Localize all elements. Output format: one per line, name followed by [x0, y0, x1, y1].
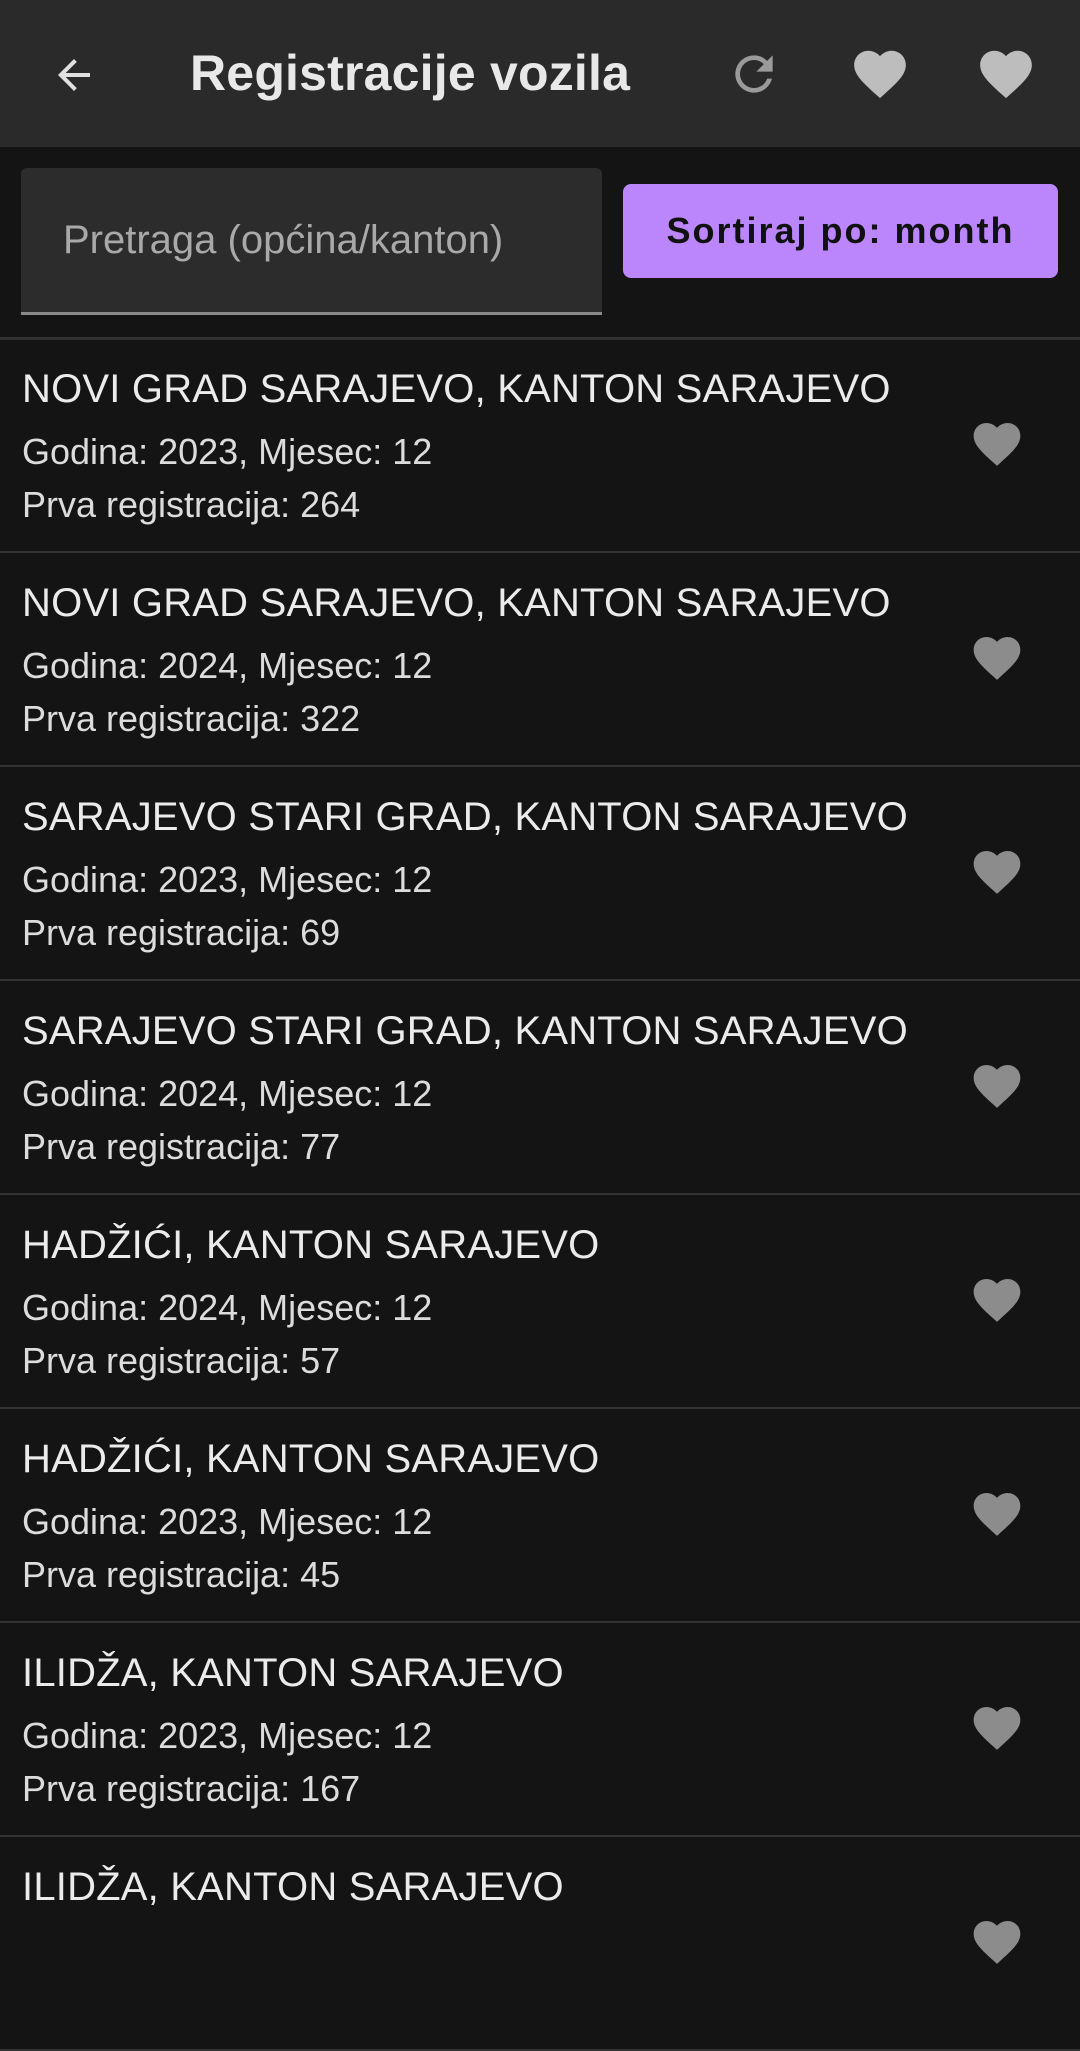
refresh-button[interactable] [722, 42, 786, 106]
search-row: Sortiraj po: month [0, 147, 1080, 339]
item-location: HADŽIĆI, KANTON SARAJEVO [22, 1223, 600, 1267]
item-first-registration: Prva registracija: 322 [22, 698, 361, 739]
list-item[interactable]: NOVI GRAD SARAJEVO, KANTON SARAJEVO Godin… [0, 553, 1080, 767]
item-period: Godina: 2023, Mjesec: 12 [22, 1501, 433, 1542]
heart-icon [973, 1921, 1021, 1964]
favorites-filter-button[interactable] [974, 42, 1038, 106]
item-location: HADŽIĆI, KANTON SARAJEVO [22, 1437, 600, 1481]
heart-icon [980, 50, 1032, 99]
favorite-button[interactable] [966, 413, 1028, 475]
list-item[interactable]: SARAJEVO STARI GRAD, KANTON SARAJEVO Godi… [0, 981, 1080, 1195]
refresh-icon [735, 55, 773, 93]
item-period: Godina: 2024, Mjesec: 12 [22, 645, 433, 686]
item-first-registration: Prva registracija: 264 [22, 484, 361, 525]
list-item[interactable]: ILIDŽA, KANTON SARAJEVO [0, 1837, 1080, 2051]
heart-icon [973, 637, 1021, 680]
heart-icon [973, 1065, 1021, 1108]
arrow-back-icon [58, 59, 90, 91]
list-item[interactable]: HADŽIĆI, KANTON SARAJEVO Godina: 2024, Mj… [0, 1195, 1080, 1409]
item-location: NOVI GRAD SARAJEVO, KANTON SARAJEVO [22, 367, 891, 411]
search-field [21, 168, 602, 315]
favorite-button[interactable] [966, 1697, 1028, 1759]
list-item[interactable]: NOVI GRAD SARAJEVO, KANTON SARAJEVO Godin… [0, 339, 1080, 553]
heart-icon [973, 851, 1021, 894]
heart-icon [973, 1279, 1021, 1322]
item-location: ILIDŽA, KANTON SARAJEVO [22, 1865, 564, 1909]
item-period: Godina: 2023, Mjesec: 12 [22, 431, 433, 472]
heart-icon [973, 1707, 1021, 1750]
list-item[interactable]: SARAJEVO STARI GRAD, KANTON SARAJEVO Godi… [0, 767, 1080, 981]
page-title: Registracije vozila [190, 45, 631, 101]
search-input[interactable] [21, 168, 602, 312]
item-location: NOVI GRAD SARAJEVO, KANTON SARAJEVO [22, 581, 891, 625]
heart-icon [973, 1493, 1021, 1536]
item-location: SARAJEVO STARI GRAD, KANTON SARAJEVO [22, 1009, 908, 1053]
app-bar: Registracije vozila [0, 0, 1080, 147]
list-item[interactable]: HADŽIĆI, KANTON SARAJEVO Godina: 2023, Mj… [0, 1409, 1080, 1623]
favorite-button[interactable] [966, 1055, 1028, 1117]
heart-icon [854, 50, 906, 99]
item-first-registration: Prva registracija: 69 [22, 912, 341, 953]
item-first-registration: Prva registracija: 57 [22, 1340, 341, 1381]
favorites-button[interactable] [848, 42, 912, 106]
item-period: Godina: 2023, Mjesec: 12 [22, 1715, 433, 1756]
item-location: ILIDŽA, KANTON SARAJEVO [22, 1651, 564, 1695]
back-button[interactable] [44, 45, 104, 105]
list-item[interactable]: ILIDŽA, KANTON SARAJEVO Godina: 2023, Mje… [0, 1623, 1080, 1837]
heart-icon [973, 423, 1021, 466]
favorite-button[interactable] [966, 1269, 1028, 1331]
item-period: Godina: 2024, Mjesec: 12 [22, 1287, 433, 1328]
favorite-button[interactable] [966, 627, 1028, 689]
favorite-button[interactable] [966, 1483, 1028, 1545]
item-period: Godina: 2023, Mjesec: 12 [22, 859, 433, 900]
sort-button[interactable]: Sortiraj po: month [623, 184, 1058, 278]
item-first-registration: Prva registracija: 45 [22, 1554, 341, 1595]
item-location: SARAJEVO STARI GRAD, KANTON SARAJEVO [22, 795, 908, 839]
registration-list: NOVI GRAD SARAJEVO, KANTON SARAJEVO Godin… [0, 339, 1080, 2051]
favorite-button[interactable] [966, 1911, 1028, 1973]
item-period: Godina: 2024, Mjesec: 12 [22, 1073, 433, 1114]
favorite-button[interactable] [966, 841, 1028, 903]
item-first-registration: Prva registracija: 77 [22, 1126, 341, 1167]
item-first-registration: Prva registracija: 167 [22, 1768, 361, 1809]
